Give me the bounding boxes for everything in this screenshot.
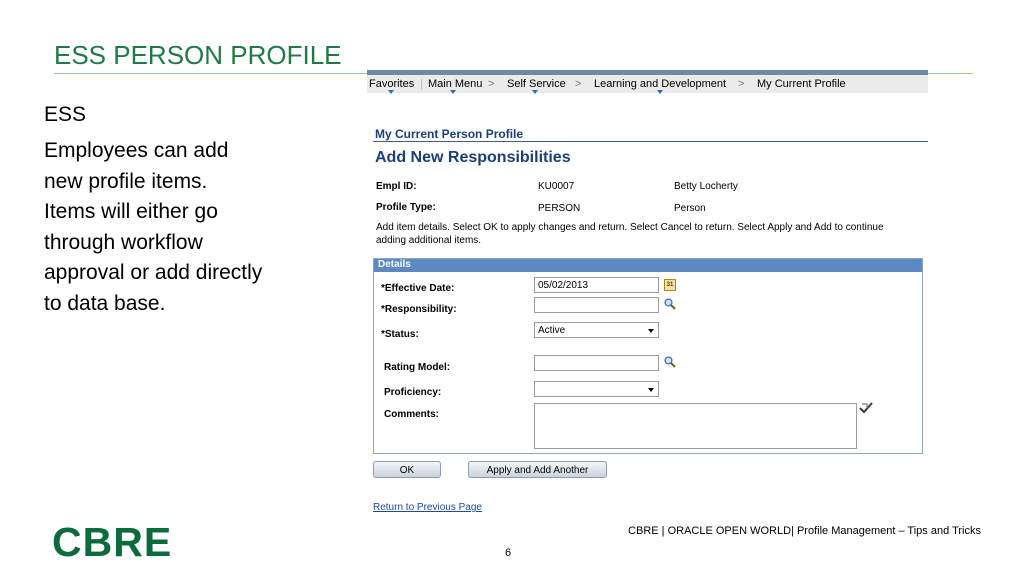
empl-id-label: Empl ID: — [376, 181, 417, 192]
details-header: Details — [374, 259, 922, 272]
chevron-down-icon — [648, 329, 654, 333]
nav-separator: > — [738, 78, 745, 90]
details-title: Details — [378, 259, 411, 270]
proficiency-label: Proficiency: — [384, 387, 442, 398]
nav-favorites[interactable]: Favorites — [369, 78, 414, 90]
status-select[interactable]: Active — [534, 322, 659, 338]
status-value: Active — [538, 325, 566, 336]
nav-self-service-dropdown-icon[interactable] — [532, 90, 538, 94]
nav-learning-dropdown-icon[interactable] — [657, 90, 663, 94]
proficiency-select[interactable] — [534, 381, 659, 397]
rating-model-lookup-icon[interactable] — [664, 356, 676, 368]
instructions: Add item details. Select OK to apply cha… — [376, 222, 884, 246]
calendar-icon[interactable]: 31 — [664, 279, 676, 291]
nav-separator: > — [575, 78, 582, 90]
status-label: *Status: — [381, 329, 419, 340]
page-number: 6 — [505, 547, 512, 559]
comments-label: Comments: — [384, 409, 440, 420]
page-heading: Add New Responsibilities — [375, 149, 571, 166]
component-title: My Current Person Profile — [375, 127, 524, 141]
effective-date-label: *Effective Date: — [381, 283, 455, 294]
responsibility-label: *Responsibility: — [381, 304, 457, 315]
slide-body: ESS Employees can add new profile items.… — [44, 102, 264, 319]
rating-model-label: Rating Model: — [384, 362, 451, 373]
responsibility-lookup-icon[interactable] — [664, 298, 676, 310]
spellcheck-icon[interactable] — [858, 401, 874, 415]
return-link[interactable]: Return to Previous Page — [373, 502, 482, 513]
rating-model-input[interactable] — [534, 355, 659, 371]
nav-main-menu[interactable]: Main Menu — [428, 78, 482, 90]
nav-separator: > — [488, 78, 495, 90]
ok-button[interactable]: OK — [373, 461, 441, 478]
apply-and-add-button[interactable]: Apply and Add Another — [468, 461, 607, 478]
nav-self-service[interactable]: Self Service — [507, 78, 566, 90]
effective-date-input[interactable]: 05/02/2013 — [534, 277, 659, 293]
slide-title: ESS PERSON PROFILE — [54, 40, 342, 70]
body-paragraph: Employees can add new profile items. Ite… — [44, 139, 263, 315]
profile-type-value: PERSON — [538, 203, 581, 214]
body-heading: ESS — [44, 103, 87, 126]
profile-type-label: Profile Type: — [376, 202, 436, 213]
nav-favorites-dropdown-icon[interactable] — [388, 90, 394, 94]
employee-name: Betty Locherty — [674, 181, 738, 192]
chevron-down-icon — [648, 388, 654, 392]
peoplesoft-window: Favorites | Main Menu > Self Service > L… — [367, 70, 928, 520]
cbre-logo: CBRE — [52, 519, 173, 565]
empl-id-value: KU0007 — [538, 181, 575, 192]
nav-my-current-profile[interactable]: My Current Profile — [757, 78, 846, 90]
profile-type-desc: Person — [674, 203, 706, 214]
component-divider — [373, 141, 928, 142]
breadcrumb: Favorites | Main Menu > Self Service > L… — [367, 75, 928, 94]
nav-learning-development[interactable]: Learning and Development — [594, 78, 726, 90]
nav-main-menu-dropdown-icon[interactable] — [450, 90, 456, 94]
details-group: Details *Effective Date: 05/02/2013 31 *… — [373, 258, 923, 454]
responsibility-input[interactable] — [534, 297, 659, 313]
nav-divider: | — [420, 78, 423, 90]
comments-textarea[interactable] — [534, 403, 857, 449]
slide-footer: CBRE | ORACLE OPEN WORLD| Profile Manage… — [628, 525, 981, 537]
